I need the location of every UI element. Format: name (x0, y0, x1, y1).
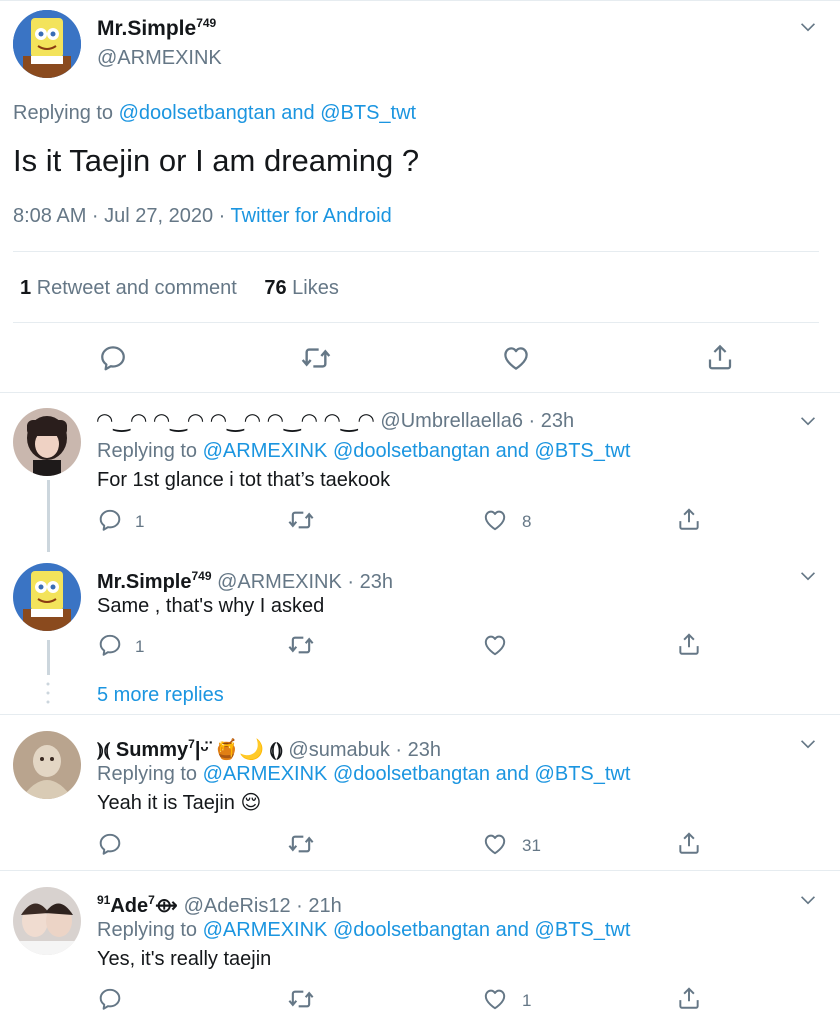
reply-icon[interactable] (97, 831, 123, 857)
chevron-down-icon[interactable] (797, 410, 819, 432)
name-suffix: 7 (188, 737, 195, 751)
reply-header: ⦆⦅ Summy7|ᵕ̈ 🍯🌙 ⦅⦆ @sumabuk · 23h (97, 731, 441, 763)
tweet-stats: 1 Retweet and comment 76 Likes (20, 275, 339, 301)
share-icon[interactable] (676, 506, 702, 532)
replying-prefix: Replying to (97, 763, 198, 785)
reply-icon[interactable] (97, 507, 123, 533)
replying-user-link[interactable]: @BTS_twt (535, 919, 631, 941)
retweet-count: 1 (20, 277, 32, 299)
share-icon[interactable] (676, 631, 702, 657)
retweet-icon[interactable] (287, 985, 315, 1013)
name-prefix: 91 (97, 893, 111, 907)
name-extra: ⟴ (154, 895, 178, 917)
reply-header: ◠‿◠ ◠‿◠ ◠‿◠ ◠‿◠ ◠‿◠ @Umbrellaella6 · 23h (97, 408, 574, 434)
chevron-down-icon[interactable] (797, 565, 819, 587)
reply-text-content: Yeah it is Taejin (97, 792, 235, 814)
replying-to: Replying to @ARMEXINK @doolsetbangtan an… (97, 761, 630, 787)
avatar[interactable] (13, 10, 81, 78)
replying-user-link[interactable]: @ARMEXINK @doolsetbangtan (203, 440, 490, 462)
chevron-down-icon[interactable] (797, 733, 819, 755)
avatar[interactable] (13, 408, 81, 476)
more-replies-link[interactable]: 5 more replies (97, 682, 224, 708)
replying-to: Replying to @doolsetbangtan and @BTS_twt (13, 100, 416, 126)
replying-user-link[interactable]: @BTS_twt (320, 102, 416, 124)
share-icon[interactable] (676, 985, 702, 1011)
like-label: Likes (292, 277, 339, 299)
handle-time[interactable]: @Umbrellaella6 · 23h (380, 410, 574, 432)
display-name[interactable]: 91Ade7⟴ (97, 893, 178, 917)
chevron-down-icon[interactable] (797, 16, 819, 38)
share-icon[interactable] (705, 342, 735, 372)
name-extra: |ᵕ̈ 🍯🌙 ⦅⦆ (194, 739, 283, 761)
display-name[interactable]: ⦆⦅ Summy7|ᵕ̈ 🍯🌙 ⦅⦆ (97, 737, 283, 761)
tweet-text: Is it Taejin or I am dreaming ? (13, 143, 420, 178)
retweet-label: Retweet and comment (36, 277, 237, 299)
display-name-text: Mr.Simple (97, 17, 197, 40)
retweet-icon[interactable] (287, 631, 315, 659)
tweet-timestamp[interactable]: 8:08 AM · Jul 27, 2020 · (13, 205, 225, 227)
name-suffix: 749 (196, 16, 217, 30)
retweet-icon[interactable] (300, 342, 332, 374)
replying-and: and (495, 440, 529, 462)
share-icon[interactable] (676, 830, 702, 856)
display-name[interactable]: Mr.Simple749 (97, 16, 216, 41)
like-icon[interactable] (482, 986, 508, 1012)
chevron-down-icon[interactable] (797, 889, 819, 911)
display-name-text: Mr.Simple (97, 571, 192, 593)
replying-user-link[interactable]: @BTS_twt (535, 763, 631, 785)
reply-text: Yeah it is Taejin 😌 (97, 790, 261, 816)
reply-text: Yes, it's really taejin (97, 948, 272, 970)
reply-count: 1 (135, 512, 145, 531)
reply-icon[interactable] (97, 632, 123, 658)
retweet-icon[interactable] (287, 506, 315, 534)
reply-count: 1 (135, 637, 145, 656)
avatar[interactable] (13, 563, 81, 631)
retweet-icon[interactable] (287, 830, 315, 858)
replying-user-link[interactable]: @ARMEXINK @doolsetbangtan (203, 763, 490, 785)
like-count: 1 (522, 991, 532, 1010)
handle[interactable]: @ARMEXINK (97, 45, 222, 71)
reply-text: For 1st glance i tot that’s taekook (97, 469, 391, 491)
like-count: 31 (522, 836, 541, 855)
display-name-text: ⦆⦅ Summy (97, 739, 189, 761)
handle-time[interactable]: @ARMEXINK · 23h (217, 571, 393, 593)
tweet-source[interactable]: Twitter for Android (231, 205, 392, 227)
replying-prefix: Replying to (97, 440, 198, 462)
replying-and: and (495, 919, 529, 941)
avatar[interactable] (13, 731, 81, 799)
like-icon[interactable] (501, 343, 531, 373)
replying-and: and (281, 102, 315, 124)
display-name-text: Ade (110, 895, 149, 917)
replying-user-link[interactable]: @doolsetbangtan (119, 102, 276, 124)
display-name[interactable]: Mr.Simple749 (97, 569, 212, 593)
reply-header: 91Ade7⟴ @AdeRis12 · 21h (97, 887, 342, 919)
reply-header: Mr.Simple749 @ARMEXINK · 23h (97, 563, 393, 595)
avatar[interactable] (13, 887, 81, 955)
like-count: 8 (522, 512, 532, 531)
display-name[interactable]: ◠‿◠ ◠‿◠ ◠‿◠ ◠‿◠ ◠‿◠ (97, 410, 375, 432)
like-count: 76 (264, 277, 287, 299)
name-suffix: 7 (148, 893, 155, 907)
reply-icon[interactable] (98, 343, 128, 373)
like-icon[interactable] (482, 831, 508, 857)
replying-prefix: Replying to (97, 919, 198, 941)
replying-and: and (495, 763, 529, 785)
replying-to: Replying to @ARMEXINK @doolsetbangtan an… (97, 917, 630, 943)
handle-time[interactable]: @sumabuk · 23h (288, 739, 441, 761)
reply-text: Same , that's why I asked (97, 595, 325, 617)
replying-user-link[interactable]: @ARMEXINK @doolsetbangtan (203, 919, 490, 941)
relieved-face-emoji: 😌 (240, 792, 262, 814)
name-suffix: 749 (191, 569, 212, 583)
like-stat[interactable]: 76 Likes (264, 277, 339, 299)
tweet-meta: 8:08 AM · Jul 27, 2020 · Twitter for And… (13, 203, 392, 229)
like-icon[interactable] (482, 507, 508, 533)
like-icon[interactable] (482, 632, 508, 658)
replying-to: Replying to @ARMEXINK @doolsetbangtan an… (97, 438, 630, 464)
handle-time[interactable]: @AdeRis12 · 21h (184, 895, 342, 917)
replying-prefix: Replying to (13, 102, 114, 124)
replying-user-link[interactable]: @BTS_twt (535, 440, 631, 462)
retweet-stat[interactable]: 1 Retweet and comment (20, 277, 237, 299)
thread-dots (46, 682, 50, 704)
reply-icon[interactable] (97, 986, 123, 1012)
